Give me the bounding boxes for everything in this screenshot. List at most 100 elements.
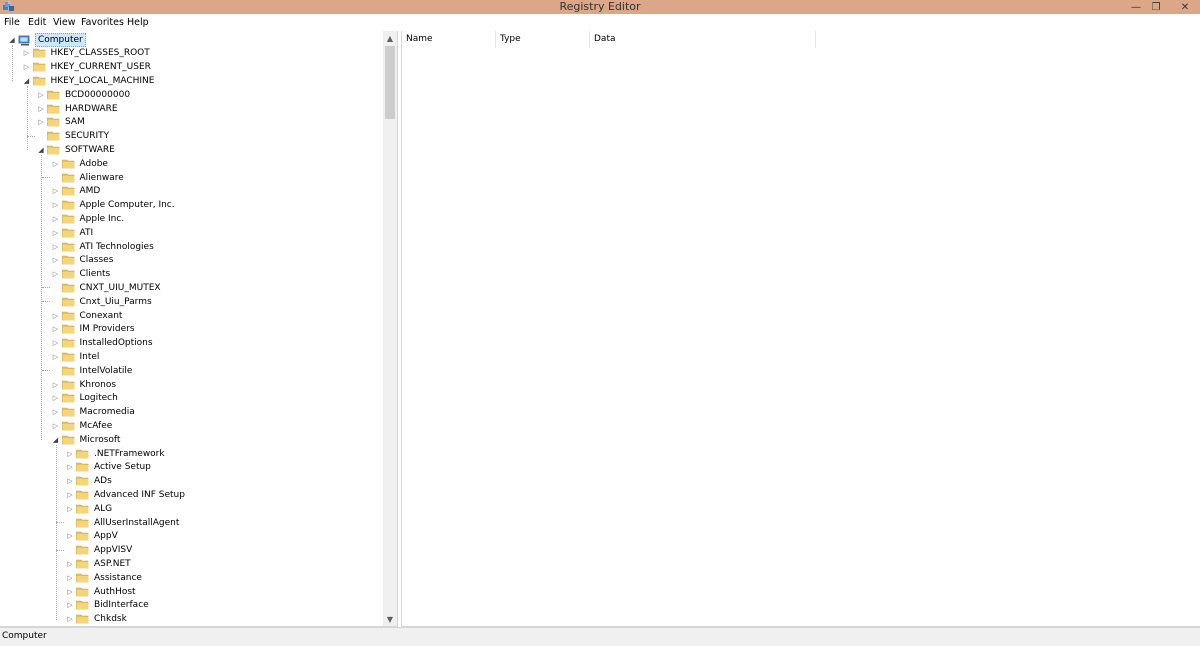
tree-guide-line: [41, 177, 50, 178]
collapsed-arrow-icon[interactable]: ▷: [52, 212, 60, 225]
collapsed-arrow-icon[interactable]: ▷: [52, 337, 60, 350]
collapsed-arrow-icon[interactable]: ▷: [37, 116, 45, 129]
scroll-thumb[interactable]: [385, 46, 395, 119]
tree-node[interactable]: SECURITY: [37, 130, 111, 143]
collapsed-arrow-icon[interactable]: ▷: [52, 323, 60, 336]
collapsed-arrow-icon[interactable]: ▷: [52, 406, 60, 419]
folder-icon: [61, 255, 75, 265]
tree-node[interactable]: ▷ Chkdsk: [66, 613, 129, 626]
tree-node[interactable]: ▷ BCD00000000: [37, 88, 132, 101]
collapsed-arrow-icon[interactable]: ▷: [52, 226, 60, 239]
collapsed-arrow-icon[interactable]: ▷: [66, 475, 74, 488]
tree-node[interactable]: ▷ IM Providers: [52, 323, 137, 336]
tree-node[interactable]: ▷ Advanced INF Setup: [66, 488, 187, 501]
collapsed-arrow-icon[interactable]: ▷: [52, 157, 60, 170]
tree-node[interactable]: ▷ ASP.NET: [66, 557, 133, 570]
folder-icon: [75, 504, 89, 514]
collapsed-arrow-icon[interactable]: ▷: [66, 585, 74, 598]
column-header-name[interactable]: Name: [402, 31, 496, 48]
tree-node[interactable]: ▷ AMD: [52, 185, 103, 198]
tree-node[interactable]: ▷ Adobe: [52, 157, 110, 170]
restore-button[interactable]: ❐: [1146, 0, 1166, 14]
tree-node[interactable]: AppVISV: [66, 544, 134, 557]
tree-node[interactable]: ▷ AuthHost: [66, 585, 138, 598]
tree-node[interactable]: ◢ Microsoft: [52, 433, 123, 446]
collapsed-arrow-icon[interactable]: ▷: [66, 599, 74, 612]
collapsed-arrow-icon[interactable]: ▷: [66, 530, 74, 543]
column-header-data[interactable]: Data: [590, 31, 816, 48]
menu-edit[interactable]: Edit: [28, 17, 46, 28]
collapsed-arrow-icon[interactable]: ▷: [66, 502, 74, 515]
tree-node[interactable]: ▷ Clients: [52, 268, 113, 281]
folder-icon: [61, 421, 75, 431]
column-header-type[interactable]: Type: [496, 31, 590, 48]
collapsed-arrow-icon[interactable]: ▷: [52, 309, 60, 322]
collapsed-arrow-icon[interactable]: ▷: [52, 378, 60, 391]
tree-node[interactable]: ▷ Apple Computer, Inc.: [52, 199, 177, 212]
menu-favorites[interactable]: Favorites: [81, 17, 124, 28]
collapsed-arrow-icon[interactable]: ▷: [66, 447, 74, 460]
collapsed-arrow-icon[interactable]: ▷: [23, 61, 31, 74]
tree-node[interactable]: ▷ ATI: [52, 226, 96, 239]
menu-file[interactable]: File: [4, 17, 20, 28]
collapsed-arrow-icon[interactable]: ▷: [52, 254, 60, 267]
tree-node[interactable]: ▷ Apple Inc.: [52, 212, 127, 225]
tree-node[interactable]: CNXT_UIU_MUTEX: [52, 281, 163, 294]
tree-node[interactable]: ▷ Classes: [52, 254, 116, 267]
tree-node[interactable]: Cnxt_Uiu_Parms: [52, 295, 154, 308]
tree-node-label: Computer: [35, 32, 86, 47]
minimize-button[interactable]: —: [1126, 0, 1146, 14]
tree-node[interactable]: ▷ Macromedia: [52, 406, 137, 419]
tree-node[interactable]: ▷ ALG: [66, 502, 114, 515]
tree-scrollbar[interactable]: ▲ ▼: [383, 31, 397, 626]
collapsed-arrow-icon[interactable]: ▷: [52, 185, 60, 198]
tree-node[interactable]: ◢ HKEY_LOCAL_MACHINE: [23, 74, 157, 87]
collapsed-arrow-icon[interactable]: ▷: [66, 613, 74, 626]
tree-node[interactable]: ◢ Computer: [8, 32, 86, 47]
tree-node[interactable]: AllUserInstallAgent: [66, 516, 181, 529]
collapsed-arrow-icon[interactable]: ▷: [23, 47, 31, 60]
tree-node[interactable]: ▷ HARDWARE: [37, 102, 120, 115]
scroll-down-arrow-icon[interactable]: ▼: [383, 612, 397, 626]
collapsed-arrow-icon[interactable]: ▷: [66, 461, 74, 474]
tree-node[interactable]: ▷ Intel: [52, 350, 102, 363]
tree-node[interactable]: ▷ HKEY_CURRENT_USER: [23, 61, 153, 74]
tree-node[interactable]: ▷ Assistance: [66, 571, 144, 584]
tree-node[interactable]: ▷ Khronos: [52, 378, 119, 391]
tree-node[interactable]: ▷ Active Setup: [66, 461, 153, 474]
collapsed-arrow-icon[interactable]: ▷: [37, 102, 45, 115]
title-bar[interactable]: Registry Editor — ❐ ✕: [0, 0, 1200, 14]
collapsed-arrow-icon[interactable]: ▷: [52, 240, 60, 253]
tree-node[interactable]: ▷ BidInterface: [66, 599, 151, 612]
collapsed-arrow-icon[interactable]: ▷: [66, 488, 74, 501]
tree-node[interactable]: ▷ AppV: [66, 530, 120, 543]
folder-icon: [61, 186, 75, 196]
tree-node[interactable]: ▷ SAM: [37, 116, 87, 129]
collapsed-arrow-icon[interactable]: ▷: [52, 350, 60, 363]
collapsed-arrow-icon[interactable]: ▷: [52, 268, 60, 281]
tree-node[interactable]: ▷ InstalledOptions: [52, 337, 155, 350]
collapsed-arrow-icon[interactable]: ▷: [52, 199, 60, 212]
tree-node[interactable]: ▷ .NETFramework: [66, 447, 167, 460]
tree-node[interactable]: ▷ HKEY_CLASSES_ROOT: [23, 47, 152, 60]
tree-node[interactable]: Alienware: [52, 171, 126, 184]
menu-help[interactable]: Help: [127, 17, 149, 28]
tree-node[interactable]: ▷ Conexant: [52, 309, 125, 322]
tree-guide-line: [56, 549, 64, 551]
scroll-up-arrow-icon[interactable]: ▲: [383, 31, 397, 45]
values-list-pane[interactable]: Name Type Data: [401, 31, 1200, 627]
menu-view[interactable]: View: [53, 17, 76, 28]
tree-node[interactable]: ▷ ADs: [66, 475, 114, 488]
tree-node[interactable]: ◢ SOFTWARE: [37, 143, 117, 156]
collapsed-arrow-icon[interactable]: ▷: [52, 392, 60, 405]
tree-node[interactable]: IntelVolatile: [52, 364, 135, 377]
collapsed-arrow-icon[interactable]: ▷: [66, 571, 74, 584]
collapsed-arrow-icon[interactable]: ▷: [66, 557, 74, 570]
collapsed-arrow-icon[interactable]: ▷: [37, 88, 45, 101]
tree-node[interactable]: ▷ Logitech: [52, 392, 120, 405]
collapsed-arrow-icon[interactable]: ▷: [52, 419, 60, 432]
tree-node[interactable]: ▷ ATI Technologies: [52, 240, 156, 253]
tree-node[interactable]: ▷ McAfee: [52, 419, 115, 432]
close-button[interactable]: ✕: [1170, 0, 1200, 14]
window-title: Registry Editor: [559, 0, 641, 13]
